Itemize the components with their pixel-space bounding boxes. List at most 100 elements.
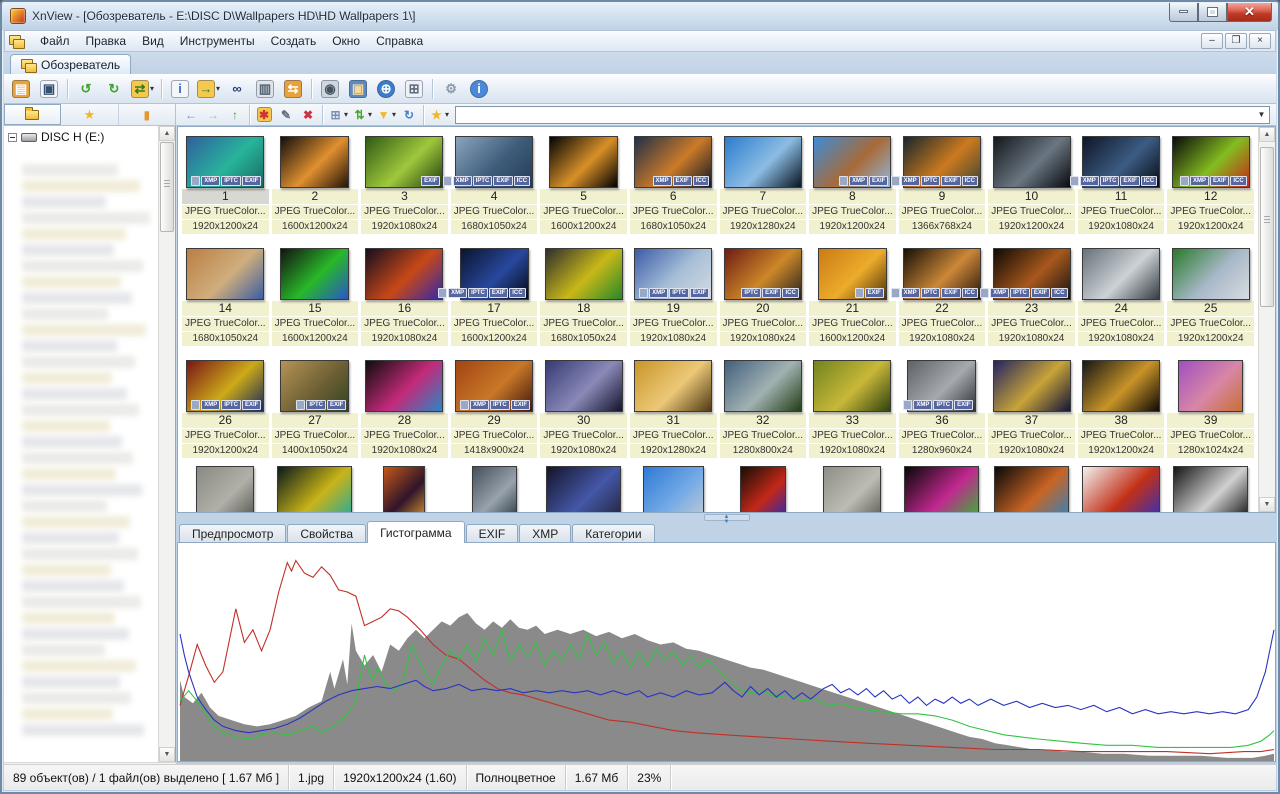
scroll-down-icon[interactable]: ▼: [159, 747, 175, 762]
tab-browser[interactable]: Обозреватель: [10, 54, 131, 74]
new-folder-button[interactable]: ✱: [253, 105, 275, 125]
thumbnail-image[interactable]: XMPIPTCEXIFICC: [451, 242, 538, 300]
thumbnail-image[interactable]: [630, 354, 717, 412]
thumbnail-image[interactable]: [451, 466, 538, 512]
info-tab-exif[interactable]: EXIF: [466, 524, 519, 543]
fullscreen-button[interactable]: ▣: [36, 77, 62, 101]
convert-button[interactable]: ⇆: [280, 77, 306, 101]
info-tab-категории[interactable]: Категории: [572, 524, 654, 543]
thumbnail-image[interactable]: [272, 466, 359, 512]
thumbnail-cell[interactable]: XMPEXIFICC6JPEG TrueColor...1680x1050x24: [630, 130, 717, 241]
filter-button[interactable]: ▼▾: [374, 105, 398, 125]
up-button[interactable]: ↑: [224, 105, 246, 125]
grid-scroll-up-icon[interactable]: ▲: [1259, 127, 1275, 142]
refresh-button[interactable]: ↻: [398, 105, 420, 125]
back-button[interactable]: ←: [180, 105, 202, 125]
thumbnail-image[interactable]: XMPEXIFICC: [630, 130, 717, 188]
thumbnail-image[interactable]: EXIF: [809, 242, 896, 300]
thumbnail-cell[interactable]: [899, 466, 986, 512]
thumbnail-image[interactable]: [720, 466, 807, 512]
panel-splitter[interactable]: ▲▼: [177, 513, 1276, 521]
mdi-restore-button[interactable]: ❐: [1225, 33, 1247, 49]
thumbnail-cell[interactable]: [1078, 466, 1165, 512]
thumbnail-image[interactable]: XMPIPTCEXIF: [630, 242, 717, 300]
thumbnail-cell[interactable]: 2JPEG TrueColor...1600x1200x24: [272, 130, 359, 241]
thumbnail-image[interactable]: XMPEXIF: [809, 130, 896, 188]
thumbnail-cell[interactable]: 28JPEG TrueColor...1920x1080x24: [361, 354, 448, 465]
thumbnail-image[interactable]: [182, 466, 269, 512]
thumbnail-image[interactable]: [182, 242, 269, 300]
batch-button[interactable]: ⊞: [401, 77, 427, 101]
slideshow-button[interactable]: ▣: [345, 77, 371, 101]
thumbnail-cell[interactable]: 37JPEG TrueColor...1920x1080x24: [988, 354, 1075, 465]
thumbnail-image[interactable]: [809, 466, 896, 512]
thumbnail-cell[interactable]: XMPIPTCEXIF36JPEG TrueColor...1280x960x2…: [899, 354, 986, 465]
thumbnail-image[interactable]: [540, 354, 627, 412]
thumbnail-cell[interactable]: XMPIPTCEXIFICC23JPEG TrueColor...1920x10…: [988, 242, 1075, 353]
thumbnail-image[interactable]: XMPEXIFICC: [1167, 130, 1254, 188]
favorites-tab[interactable]: ★: [61, 104, 118, 125]
thumbnail-cell[interactable]: 15JPEG TrueColor...1600x1200x24: [272, 242, 359, 353]
thumbnail-image[interactable]: XMPIPTCEXIF: [899, 354, 986, 412]
mdi-minimize-button[interactable]: –: [1201, 33, 1223, 49]
move-copy-button[interactable]: ⇄▾: [129, 77, 156, 101]
menu-item-6[interactable]: Справка: [368, 31, 431, 51]
thumbnail-image[interactable]: [1078, 354, 1165, 412]
scroll-up-icon[interactable]: ▲: [159, 126, 175, 141]
thumbnail-cell[interactable]: 5JPEG TrueColor...1600x1200x24: [540, 130, 627, 241]
rotate-left-button[interactable]: ↺: [73, 77, 99, 101]
thumbnail-cell[interactable]: XMPIPTCEXIFICC17JPEG TrueColor...1600x12…: [451, 242, 538, 353]
thumbnail-cell[interactable]: [451, 466, 538, 512]
thumbnail-image[interactable]: XMPIPTCEXIFICC: [899, 242, 986, 300]
minimize-button[interactable]: [1169, 3, 1198, 22]
info-tab-гистограмма[interactable]: Гистограмма: [367, 521, 464, 543]
print-button[interactable]: ▥: [252, 77, 278, 101]
info-button[interactable]: i: [466, 77, 492, 101]
open-with-button[interactable]: →▾: [195, 77, 222, 101]
thumbnail-image[interactable]: [361, 242, 448, 300]
info-tab-xmp[interactable]: XMP: [519, 524, 571, 543]
title-bar[interactable]: XnView - [Обозреватель - E:\DISC D\Wallp…: [2, 2, 1278, 30]
view-mode-button[interactable]: ⊞▾: [326, 105, 350, 125]
thumbnail-image[interactable]: [540, 466, 627, 512]
thumbnail-image[interactable]: XMPIPTCEXIFICC: [988, 242, 1075, 300]
thumbnail-cell[interactable]: [988, 466, 1075, 512]
delete-button[interactable]: ✖: [297, 105, 319, 125]
thumbnail-image[interactable]: XMPIPTCEXIF: [451, 354, 538, 412]
thumbnail-cell[interactable]: XMPIPTCEXIF19JPEG TrueColor...1920x1080x…: [630, 242, 717, 353]
address-dropdown-button[interactable]: ▼: [1254, 107, 1269, 123]
thumbnail-cell[interactable]: IPTCEXIF27JPEG TrueColor...1400x1050x24: [272, 354, 359, 465]
thumbnail-cell[interactable]: 24JPEG TrueColor...1920x1080x24: [1078, 242, 1165, 353]
info-tab-предпросмотр[interactable]: Предпросмотр: [179, 524, 286, 543]
thumbnail-cell[interactable]: IPTCEXIFICC20JPEG TrueColor...1920x1080x…: [720, 242, 807, 353]
thumbnail-cell[interactable]: 31JPEG TrueColor...1920x1280x24: [630, 354, 717, 465]
menu-item-2[interactable]: Вид: [134, 31, 172, 51]
thumbnail-cell[interactable]: XMPIPTCEXIF26JPEG TrueColor...1920x1200x…: [182, 354, 269, 465]
favorites-button[interactable]: ★▾: [427, 105, 451, 125]
folders-tab[interactable]: [4, 104, 61, 125]
thumbnail-image[interactable]: [988, 130, 1075, 188]
menu-item-4[interactable]: Создать: [263, 31, 325, 51]
thumbnail-cell[interactable]: XMPIPTCEXIF29JPEG TrueColor...1418x900x2…: [451, 354, 538, 465]
thumbnail-image[interactable]: [540, 130, 627, 188]
thumbnail-cell[interactable]: [182, 466, 269, 512]
thumbnail-cell[interactable]: [630, 466, 717, 512]
thumbnail-cell[interactable]: 33JPEG TrueColor...1920x1080x24: [809, 354, 896, 465]
thumbnail-image[interactable]: XMPIPTCEXIFICC: [451, 130, 538, 188]
thumbnail-cell[interactable]: [361, 466, 448, 512]
thumbnail-cell[interactable]: EXIF21JPEG TrueColor...1600x1200x24: [809, 242, 896, 353]
mdi-close-button[interactable]: ×: [1249, 33, 1271, 49]
thumbnail-image[interactable]: [1078, 466, 1165, 512]
thumbnail-cell[interactable]: 14JPEG TrueColor...1680x1050x24: [182, 242, 269, 353]
thumbnail-image[interactable]: [988, 466, 1075, 512]
thumbnail-image[interactable]: [899, 466, 986, 512]
thumbnail-cell[interactable]: [540, 466, 627, 512]
capture-button[interactable]: ◉: [317, 77, 343, 101]
thumbnail-image[interactable]: EXIF: [361, 130, 448, 188]
web-button[interactable]: ⊕: [373, 77, 399, 101]
thumbnail-image[interactable]: [720, 130, 807, 188]
thumbnail-cell[interactable]: 16JPEG TrueColor...1920x1080x24: [361, 242, 448, 353]
search-button[interactable]: ∞: [224, 77, 250, 101]
thumbnail-image[interactable]: [1167, 466, 1254, 512]
thumbnail-cell[interactable]: XMPIPTCEXIFICC22JPEG TrueColor...1920x10…: [899, 242, 986, 353]
